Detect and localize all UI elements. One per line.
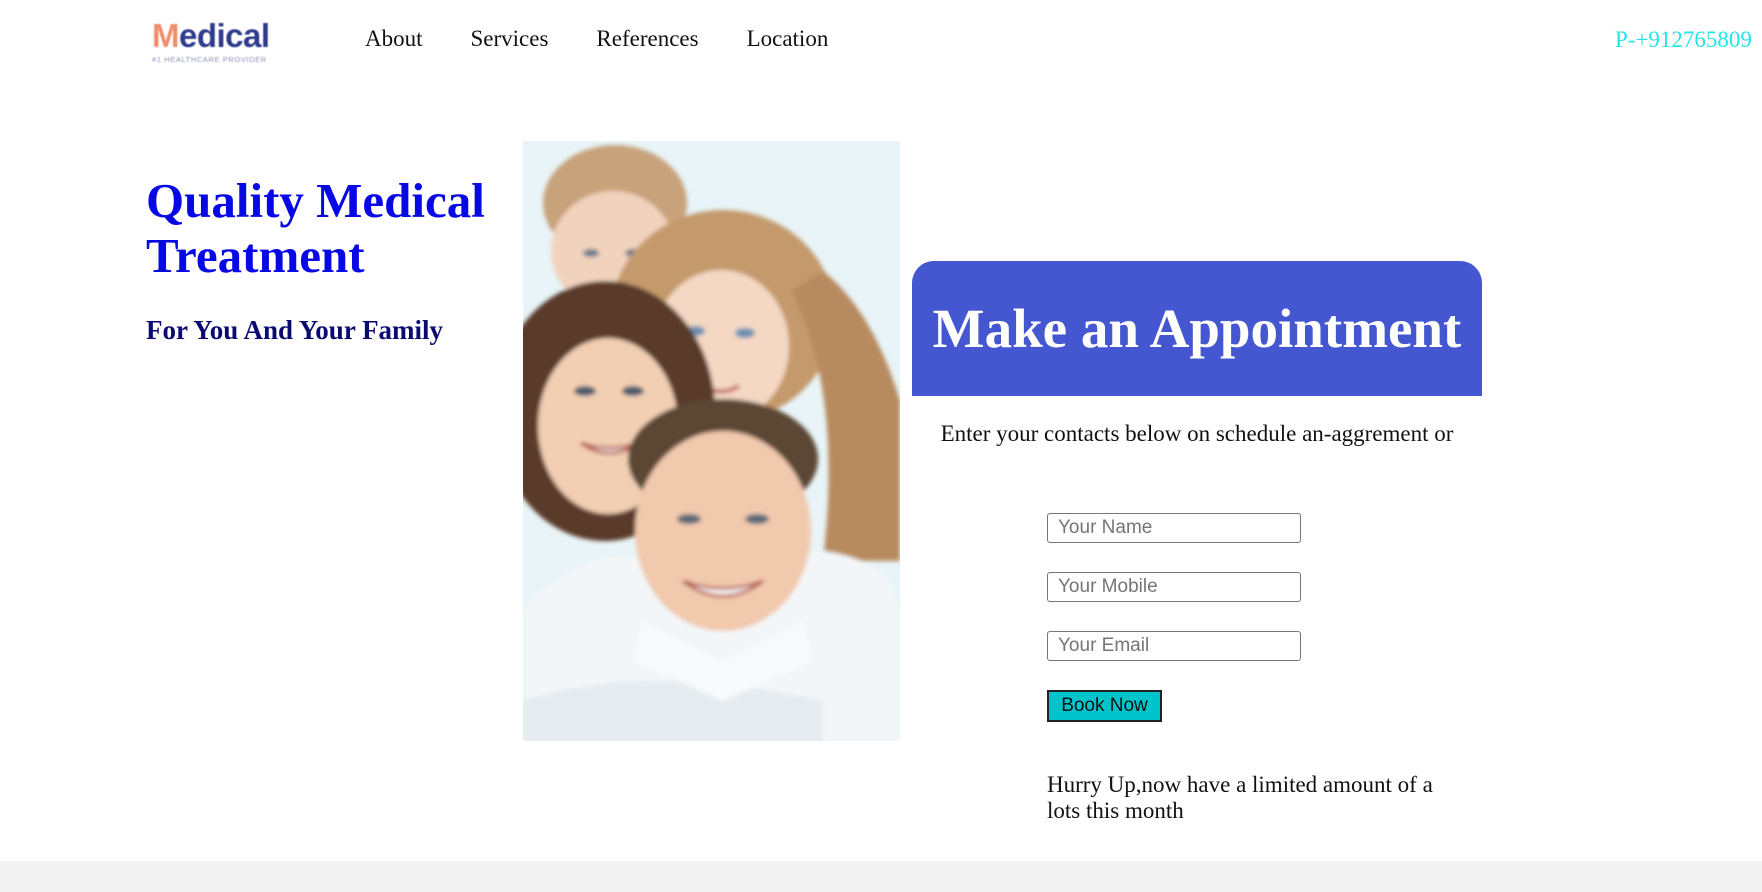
name-input[interactable]: [1047, 513, 1301, 543]
appointment-description: Enter your contacts below on schedule an…: [940, 421, 1454, 446]
nav-link-services[interactable]: Services: [471, 26, 549, 52]
family-photo-illustration: [523, 141, 900, 741]
logo-wordmark: Medical: [152, 16, 270, 56]
footer-band: [0, 861, 1762, 892]
book-now-button[interactable]: Book Now: [1047, 690, 1162, 722]
mobile-input[interactable]: [1047, 572, 1301, 602]
logo-letter-m: M: [152, 17, 180, 54]
hero-subtitle: For You And Your Family: [146, 315, 444, 345]
hero-title: Quality Medical Treatment: [146, 173, 485, 283]
email-input[interactable]: [1047, 631, 1301, 661]
appointment-header: Make an Appointment: [912, 261, 1482, 396]
logo-tagline: #1 HEALTHCARE PROVIDER: [152, 55, 267, 64]
nav-link-references[interactable]: References: [596, 26, 698, 52]
brand-logo[interactable]: Medical #1 HEALTHCARE PROVIDER: [152, 16, 312, 68]
nav-link-about[interactable]: About: [365, 26, 423, 52]
phone-number: P-+912765809: [1615, 27, 1752, 52]
family-photo: [523, 141, 900, 741]
logo-letters-rest: edical: [179, 17, 270, 54]
hurry-notice: Hurry Up,now have a limited amount of a …: [1047, 772, 1433, 823]
main-nav: About Services References Location: [365, 26, 876, 52]
appointment-title: Make an Appointment: [932, 298, 1462, 359]
nav-link-location[interactable]: Location: [747, 26, 829, 52]
